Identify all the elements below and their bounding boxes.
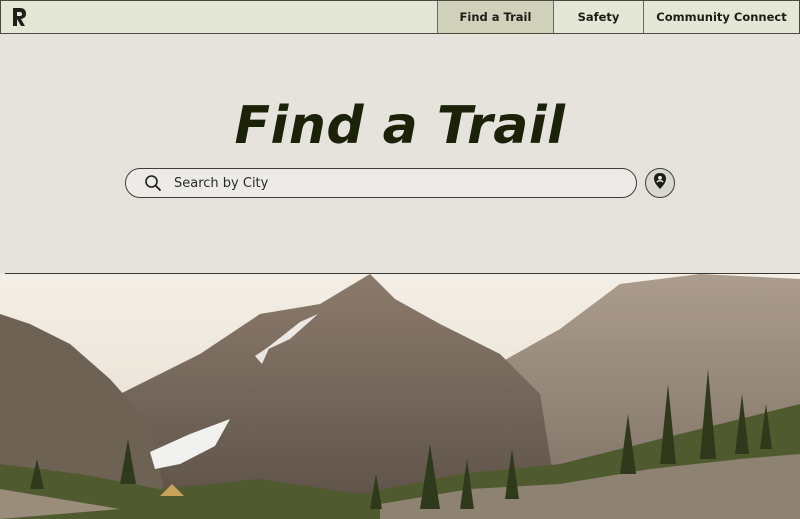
search-icon: [144, 174, 162, 192]
hero-mountain-image: [0, 274, 800, 519]
search-input[interactable]: [174, 175, 594, 191]
location-pin-icon: [652, 172, 668, 194]
nav-community-connect[interactable]: Community Connect: [643, 1, 799, 33]
location-button[interactable]: [645, 168, 675, 198]
search-bar[interactable]: [125, 168, 637, 198]
nav-safety[interactable]: Safety: [553, 1, 643, 33]
page-title: Find a Trail: [234, 96, 566, 156]
trail-logo-icon[interactable]: [1, 1, 37, 33]
nav-find-a-trail[interactable]: Find a Trail: [437, 1, 553, 33]
top-nav: Find a Trail Safety Community Connect: [0, 0, 800, 34]
